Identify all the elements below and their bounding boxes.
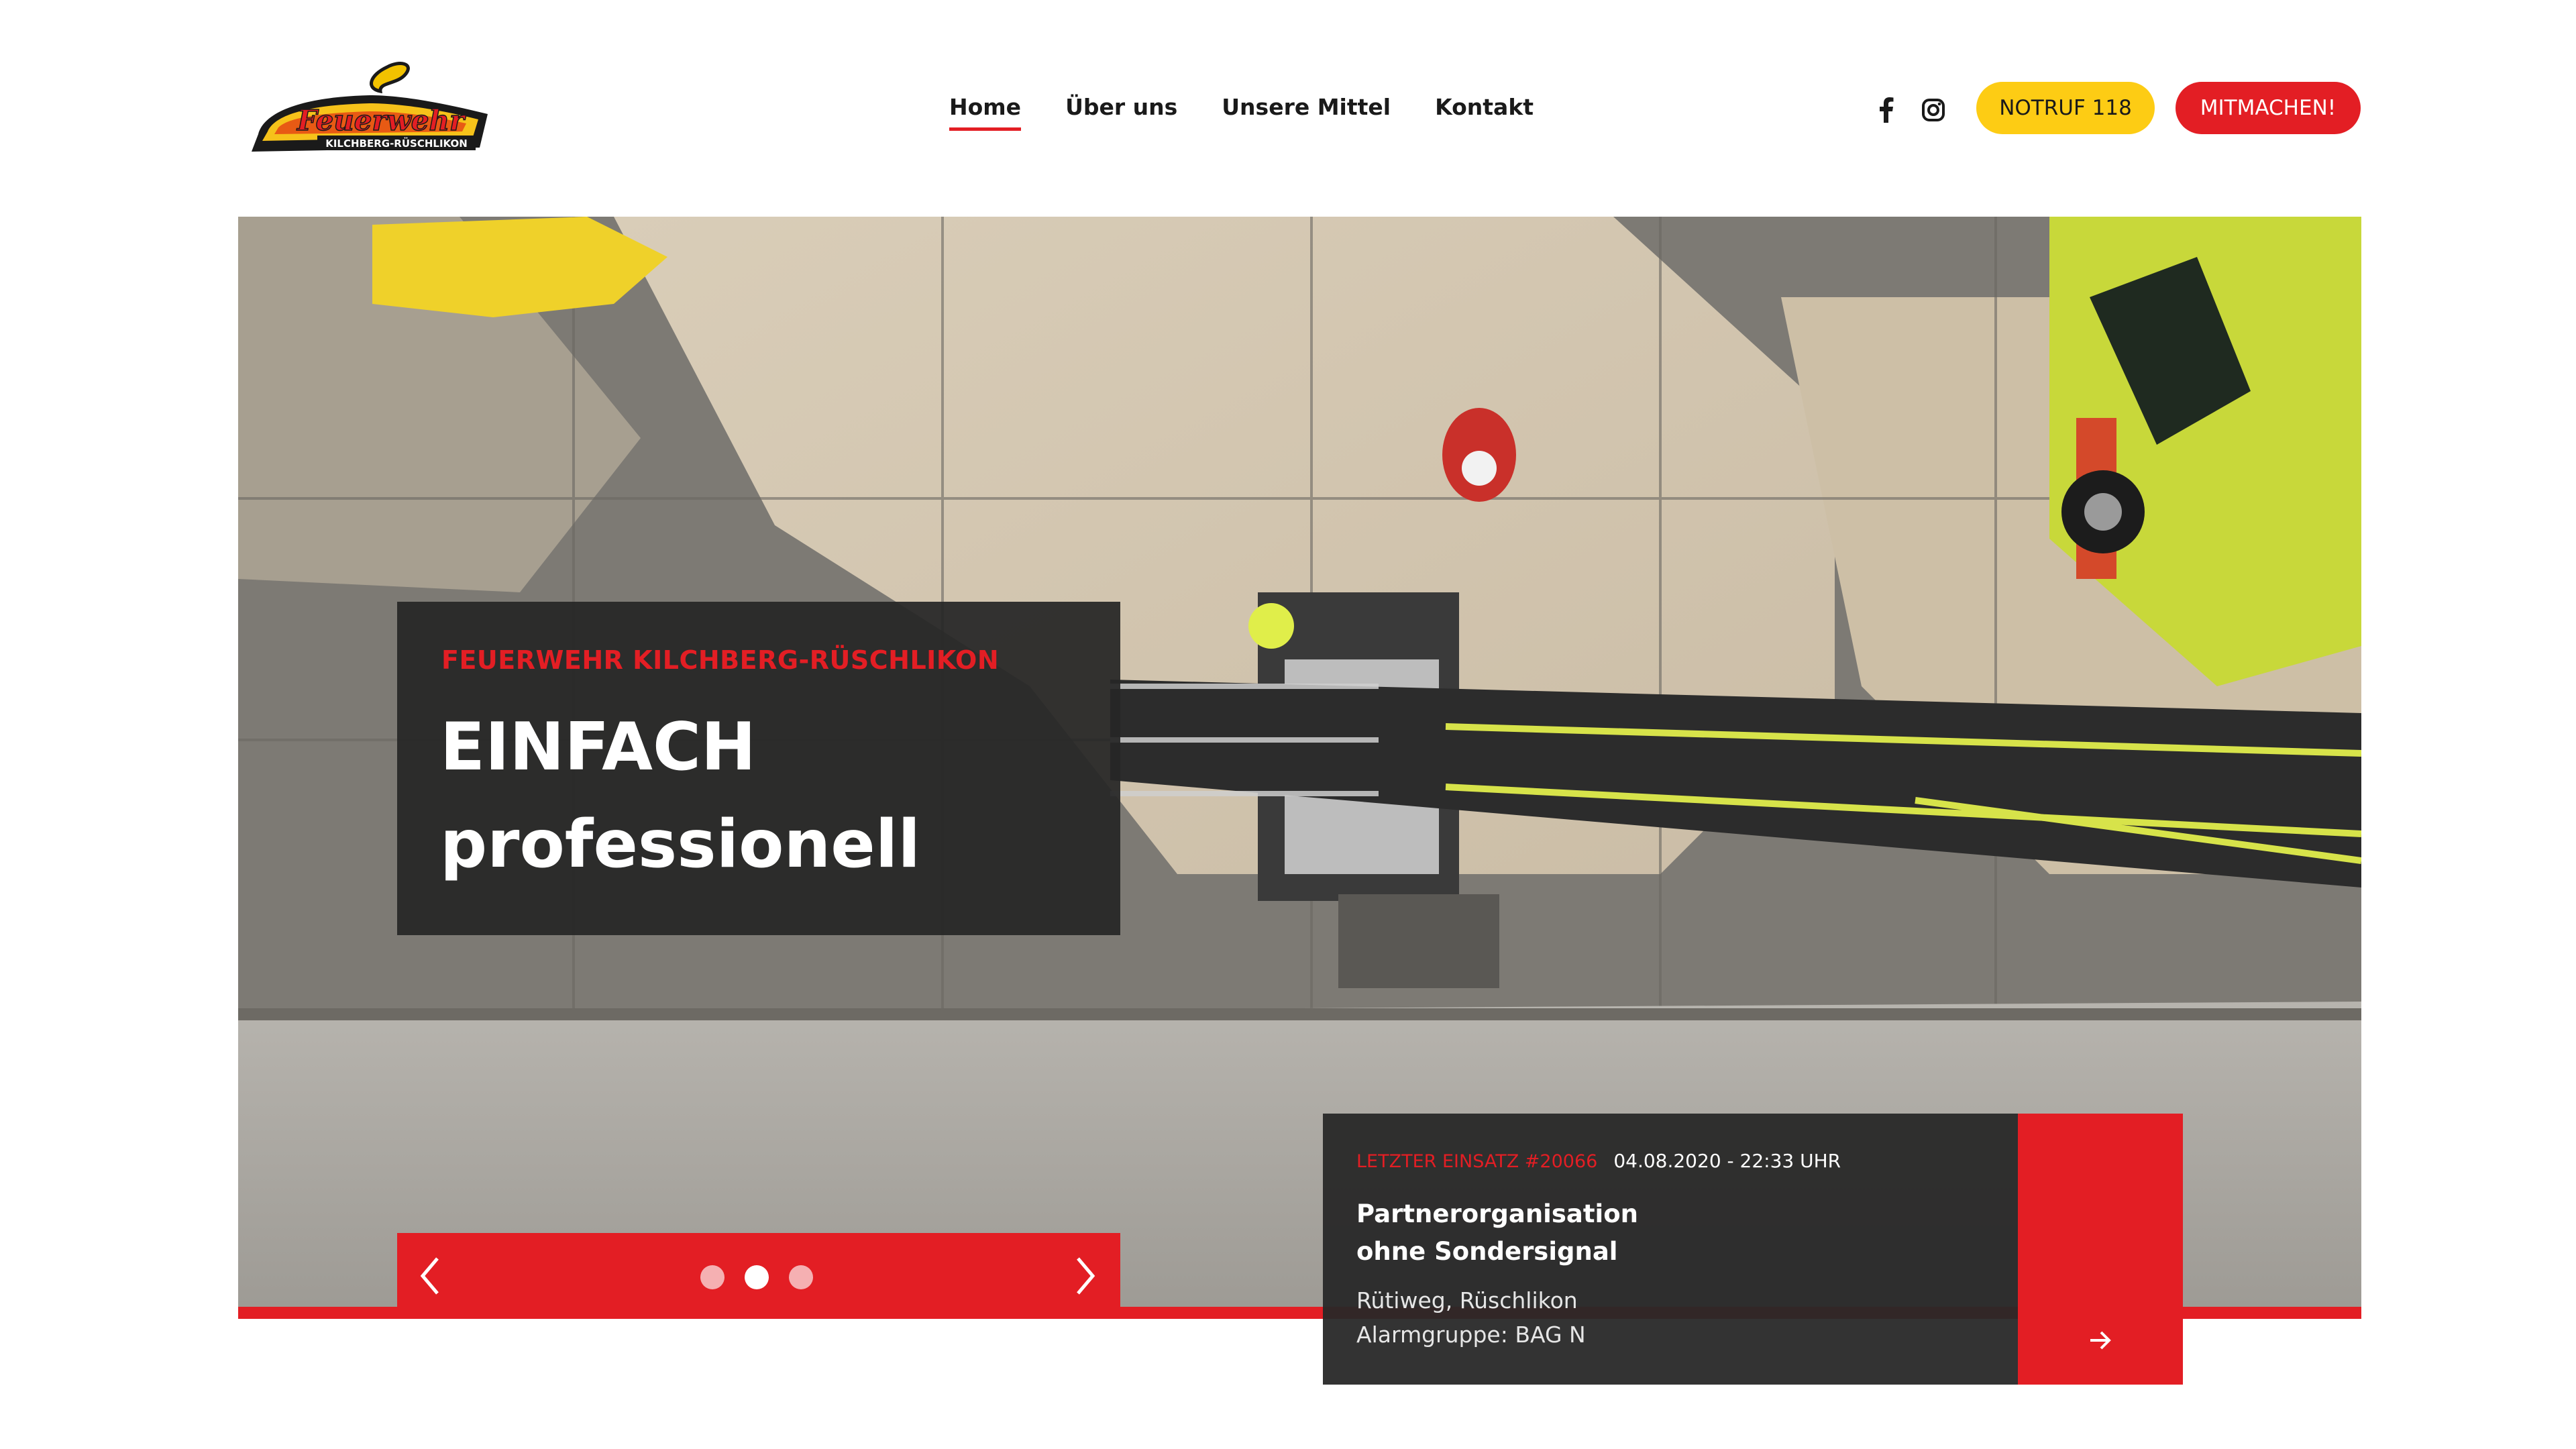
slider-dot-2[interactable] [745, 1265, 769, 1289]
notruf-button[interactable]: NOTRUF 118 [1976, 82, 2155, 134]
chevron-left-icon[interactable] [417, 1256, 444, 1296]
chevron-right-icon[interactable] [1071, 1256, 1098, 1296]
slider-dot-3[interactable] [789, 1265, 813, 1289]
instagram-icon[interactable] [1919, 95, 1948, 125]
incident-title-line2: ohne Sondersignal [1356, 1237, 1618, 1266]
incident-title-line1: Partnerorganisation [1356, 1199, 1638, 1228]
svg-text:KILCHBERG-RÜSCHLIKON: KILCHBERG-RÜSCHLIKON [325, 137, 468, 150]
slider-dots [700, 1265, 813, 1289]
slider-dot-1[interactable] [700, 1265, 724, 1289]
mitmachen-button[interactable]: MITMACHEN! [2176, 82, 2361, 134]
incident-label: LETZTER EINSATZ #20066 [1356, 1151, 1598, 1172]
hero-title-line2: professionell [440, 806, 920, 883]
nav-home[interactable]: Home [949, 94, 1022, 131]
arrow-right-icon [2090, 1331, 2111, 1350]
nav-ueber-uns[interactable]: Über uns [1065, 94, 1177, 131]
incident-meta: LETZTER EINSATZ #20066 04.08.2020 - 22:3… [1356, 1150, 1841, 1172]
nav-unsere-mittel[interactable]: Unsere Mittel [1222, 94, 1391, 131]
hero-title-line1: EINFACH [440, 709, 756, 786]
svg-text:Feuerwehr: Feuerwehr [297, 104, 466, 137]
main-nav: Home Über uns Unsere Mittel Kontakt [949, 94, 1534, 131]
incident-location: Rütiweg, Rüschlikon [1356, 1287, 1578, 1313]
incident-title: Partnerorganisation ohne Sondersignal [1356, 1195, 2000, 1271]
hero-eyebrow: FEUERWEHR KILCHBERG-RÜSCHLIKON [441, 645, 1000, 675]
facebook-icon[interactable] [1872, 95, 1901, 125]
incident-details: Rütiweg, Rüschlikon Alarmgruppe: BAG N [1356, 1283, 1586, 1352]
nav-kontakt[interactable]: Kontakt [1435, 94, 1534, 131]
hero-headline-box: FEUERWEHR KILCHBERG-RÜSCHLIKON EINFACH p… [397, 602, 1120, 935]
incident-open-button[interactable] [2018, 1114, 2183, 1385]
incident-alarm-group: Alarmgruppe: BAG N [1356, 1322, 1586, 1348]
slider-controls [397, 1233, 1120, 1319]
latest-incident-card[interactable]: LETZTER EINSATZ #20066 04.08.2020 - 22:3… [1323, 1114, 2183, 1385]
incident-datetime: 04.08.2020 - 22:33 UHR [1613, 1150, 1841, 1172]
feuerwehr-logo[interactable]: Feuerwehr KILCHBERG-RÜSCHLIKON [238, 62, 500, 156]
